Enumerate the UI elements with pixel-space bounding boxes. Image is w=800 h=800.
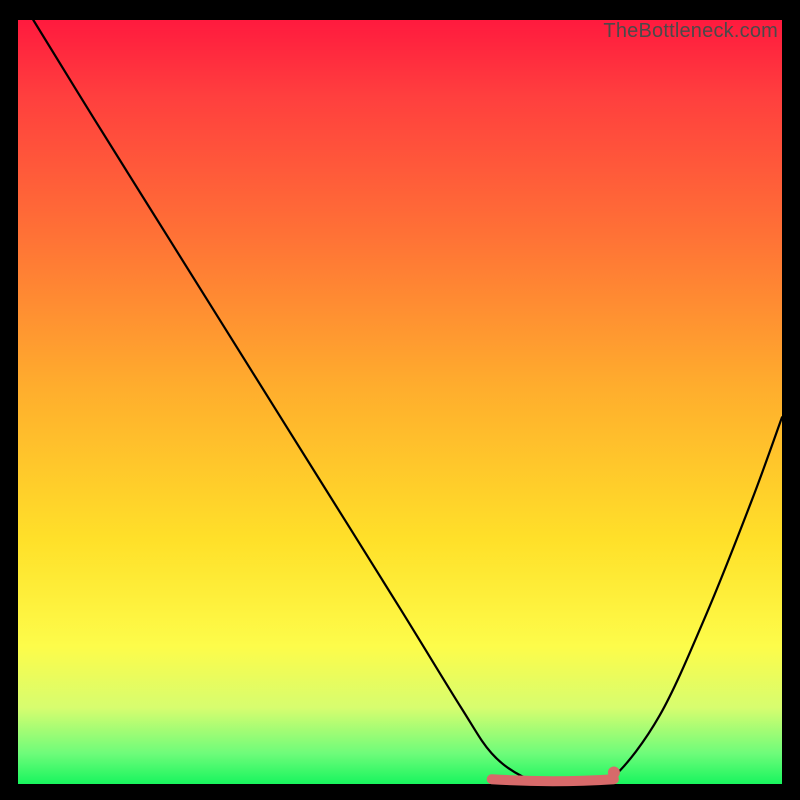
chart-frame: TheBottleneck.com xyxy=(18,20,782,784)
flat-segment-end-dot xyxy=(608,767,620,779)
bottleneck-curve-path xyxy=(33,20,782,785)
flat-segment-highlight xyxy=(492,779,614,781)
watermark-label: TheBottleneck.com xyxy=(603,20,778,43)
bottleneck-curve-overlay xyxy=(18,20,782,784)
